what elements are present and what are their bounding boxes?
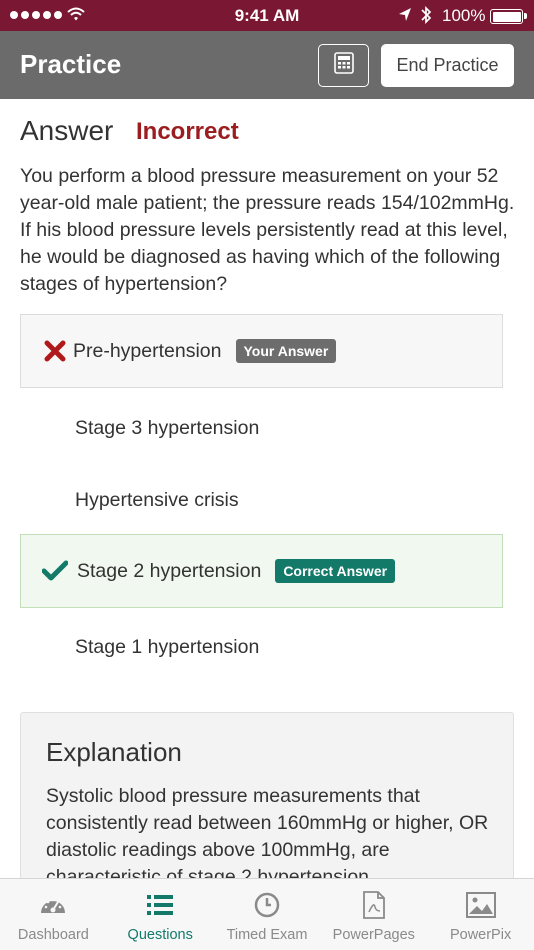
explanation-card: Explanation Systolic blood pressure meas… — [20, 712, 514, 892]
option-label: Stage 2 hypertension — [77, 559, 262, 582]
option-label: Pre-hypertension — [73, 339, 222, 362]
option-pre-hypertension[interactable]: Pre-hypertension Your Answer — [20, 314, 503, 388]
answer-heading: Answer — [20, 115, 114, 146]
tab-powerpages[interactable]: PowerPages — [320, 879, 427, 950]
option-stage-2-hypertension[interactable]: Stage 2 hypertension Correct Answer — [20, 534, 503, 608]
location-arrow-icon — [398, 7, 412, 28]
tab-powerpix[interactable]: PowerPix — [427, 879, 534, 950]
calculator-button[interactable] — [318, 44, 369, 87]
option-hypertensive-crisis[interactable]: Hypertensive crisis — [20, 463, 503, 537]
tab-label: PowerPages — [332, 927, 415, 943]
option-label: Stage 1 hypertension — [75, 635, 260, 658]
option-label: Hypertensive crisis — [75, 488, 239, 511]
tab-label: Questions — [127, 927, 193, 943]
clock-icon — [254, 889, 280, 921]
tab-bar: Dashboard Questions Timed Exam PowerPage… — [0, 878, 534, 950]
list-icon — [146, 889, 174, 921]
calculator-icon — [333, 52, 354, 79]
explanation-text: Systolic blood pressure measurements tha… — [46, 785, 489, 888]
question-text: You perform a blood pressure measurement… — [20, 165, 515, 295]
option-stage-3-hypertension[interactable]: Stage 3 hypertension — [20, 391, 503, 465]
tab-label: PowerPix — [449, 927, 512, 943]
your-answer-badge: Your Answer — [235, 339, 337, 363]
tab-label: Dashboard — [17, 927, 89, 943]
status-bar: 9:41 AM 100% — [0, 0, 534, 31]
option-label: Stage 3 hypertension — [75, 416, 260, 439]
tab-questions[interactable]: Questions — [107, 879, 214, 950]
battery-icon — [490, 9, 523, 24]
end-practice-button[interactable]: End Practice — [381, 44, 514, 87]
tab-timed-exam[interactable]: Timed Exam — [214, 879, 321, 950]
pdf-document-icon — [362, 889, 386, 921]
tab-label: Timed Exam — [226, 927, 308, 943]
battery-percent: 100% — [442, 6, 486, 25]
explanation-title: Explanation — [46, 737, 182, 767]
option-stage-1-hypertension[interactable]: Stage 1 hypertension — [20, 610, 503, 684]
page-title: Practice — [20, 49, 122, 79]
correct-check-icon — [41, 557, 69, 585]
bluetooth-icon — [420, 5, 432, 30]
dashboard-gauge-icon — [38, 889, 68, 921]
correct-answer-badge: Correct Answer — [275, 559, 396, 583]
app-header: Practice End Practice — [0, 31, 534, 99]
tab-dashboard[interactable]: Dashboard — [0, 879, 107, 950]
incorrect-x-icon — [41, 337, 69, 365]
result-status: Incorrect — [136, 118, 239, 145]
image-icon — [465, 889, 496, 921]
